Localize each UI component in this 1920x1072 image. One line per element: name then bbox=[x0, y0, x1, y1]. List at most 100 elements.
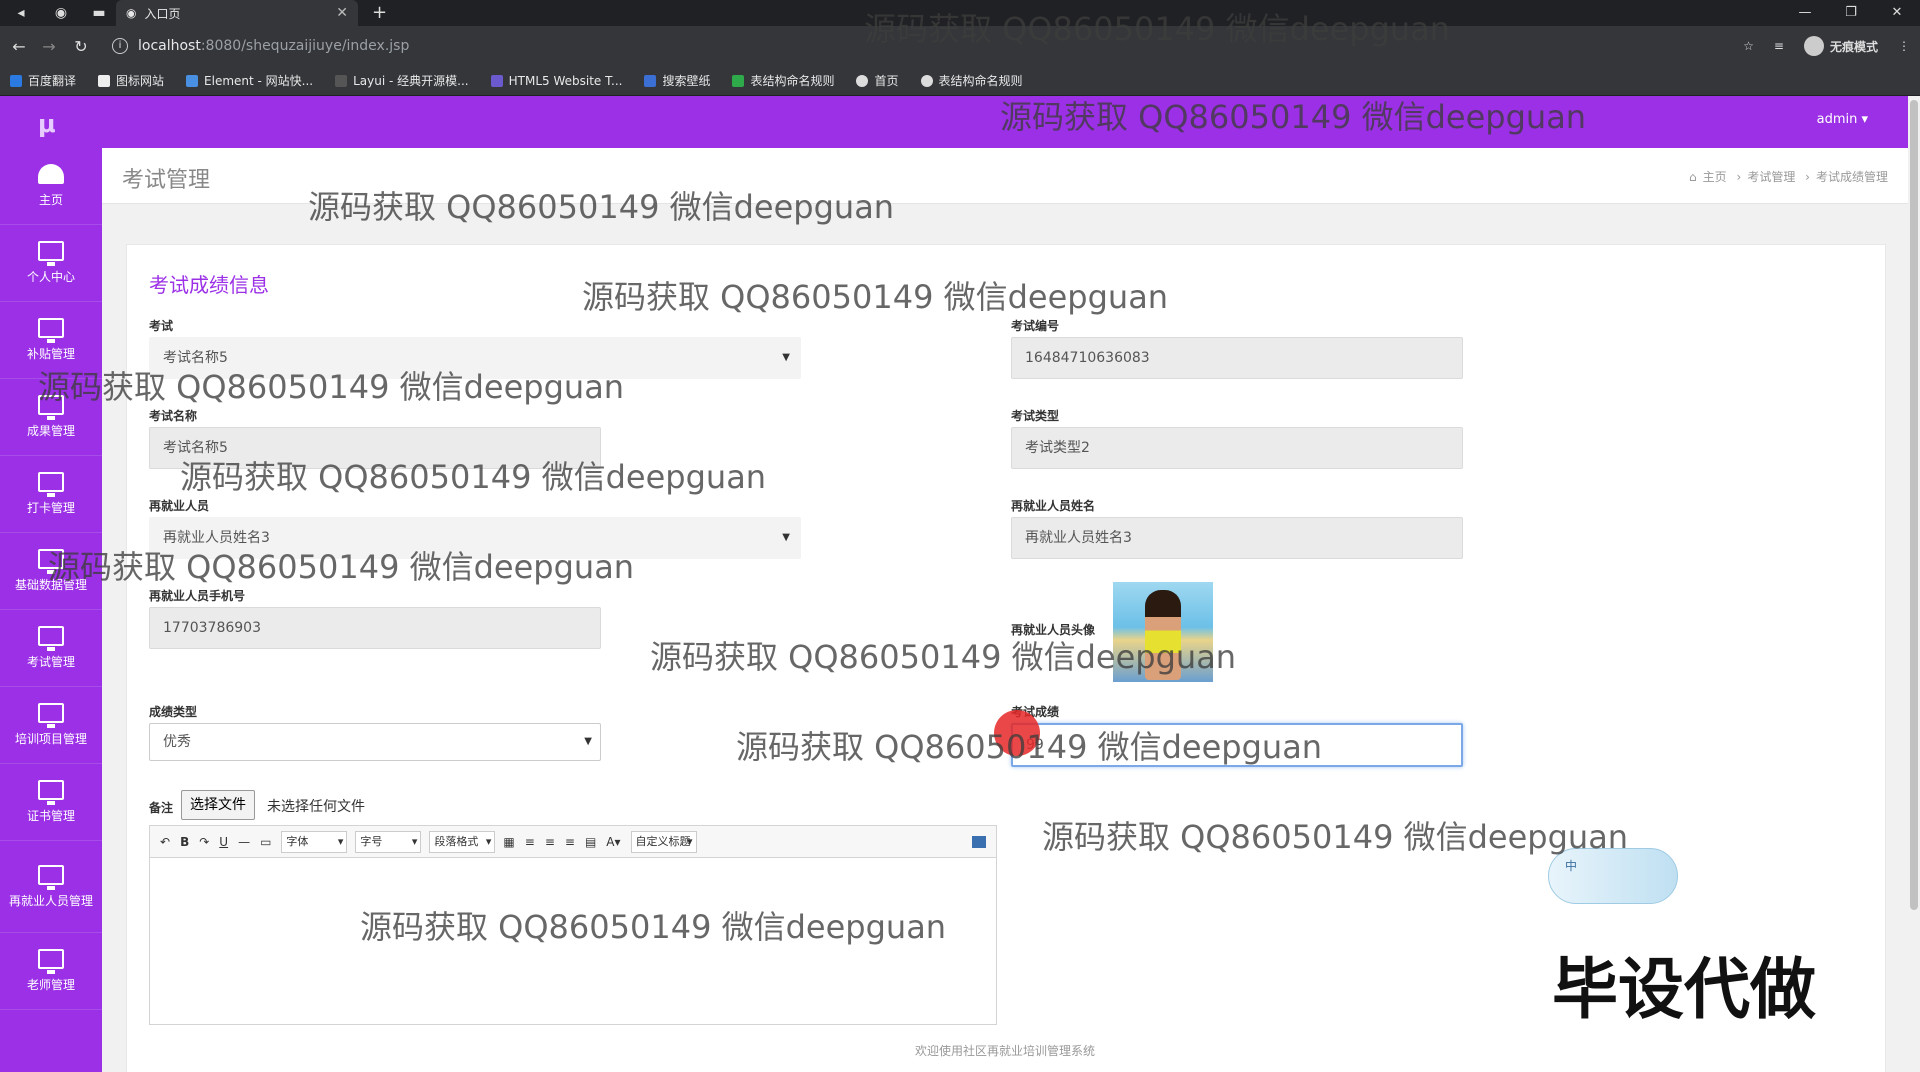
exam-no-input[interactable]: 16484710636083 bbox=[1011, 337, 1463, 379]
hr-icon[interactable]: — bbox=[238, 835, 250, 849]
close-window-icon[interactable]: ✕ bbox=[1874, 0, 1920, 26]
element-icon bbox=[186, 74, 199, 87]
align-left-icon[interactable]: ≡ bbox=[525, 835, 535, 849]
monitor-icon bbox=[38, 318, 64, 343]
editor-toolbar: ↶ B ↷ U — ▭ 字体 字号 段落格式 ▦ ≡ ≡ ≡ ▤ A▾ 自定义标… bbox=[150, 826, 996, 858]
restore-icon[interactable]: ❐ bbox=[1828, 0, 1874, 26]
globe-icon bbox=[856, 74, 869, 87]
watermark: 源码获取 QQ86050149 微信deepguan bbox=[736, 728, 1323, 766]
watermark: 源码获取 QQ86050149 微信deepguan bbox=[1042, 818, 1629, 856]
paste-icon[interactable]: ▭ bbox=[260, 835, 271, 849]
monitor-icon bbox=[38, 949, 64, 974]
align-center-icon[interactable]: ≡ bbox=[545, 835, 555, 849]
sidebar-item-profile[interactable]: 个人中心 bbox=[0, 225, 102, 302]
bookmark-item[interactable]: 表结构命名规则 bbox=[732, 72, 834, 89]
bookmark-label: 首页 bbox=[874, 74, 899, 88]
bookmark-label: 百度翻译 bbox=[28, 74, 77, 88]
form-title: 考试成绩信息 bbox=[149, 273, 269, 297]
bookmark-item[interactable]: 百度翻译 bbox=[10, 72, 76, 89]
separator-icon: › bbox=[1805, 170, 1810, 184]
exam-type-field: 考试类型 考试类型2 bbox=[1011, 407, 1463, 469]
exam-type-label: 考试类型 bbox=[1011, 409, 1060, 423]
incognito-badge[interactable]: 无痕模式 bbox=[1803, 36, 1878, 56]
file-status: 未选择任何文件 bbox=[267, 799, 365, 815]
bookmark-item[interactable]: Layui - 经典开源模... bbox=[335, 72, 469, 89]
bookmark-item[interactable]: 图标网站 bbox=[98, 72, 164, 89]
bookmark-item[interactable]: HTML5 Website T... bbox=[490, 74, 622, 88]
caret-down-icon: ▼ bbox=[782, 352, 790, 363]
monitor-icon bbox=[38, 626, 64, 651]
sidebar-label: 个人中心 bbox=[26, 270, 75, 284]
bookmark-item[interactable]: 表结构命名规则 bbox=[920, 72, 1023, 89]
exam-label: 考试 bbox=[149, 319, 174, 333]
menu-icon[interactable]: ⋮ bbox=[1898, 39, 1910, 53]
info-icon[interactable]: i bbox=[112, 38, 128, 54]
choose-file-button[interactable]: 选择文件 bbox=[181, 790, 255, 820]
font-family-select[interactable]: 字体 bbox=[281, 830, 348, 853]
monitor-icon bbox=[38, 472, 64, 497]
bookmark-item[interactable]: Element - 网站快... bbox=[186, 72, 313, 89]
scrollbar-thumb[interactable] bbox=[1910, 100, 1918, 910]
globe-icon: ◉ bbox=[126, 6, 137, 20]
undo-icon[interactable]: ↶ bbox=[160, 835, 170, 849]
sidebar-item-exams[interactable]: 考试管理 bbox=[0, 610, 102, 687]
sidebar-item-attendance[interactable]: 打卡管理 bbox=[0, 456, 102, 533]
breadcrumb-current: 考试成绩管理 bbox=[1815, 170, 1888, 184]
watermark: 源码获取 QQ86050149 微信deepguan bbox=[1000, 98, 1587, 136]
sidebar-item-reemployed[interactable]: 再就业人员管理 bbox=[0, 841, 102, 933]
bookmark-item[interactable]: 首页 bbox=[856, 72, 899, 89]
minimize-icon[interactable]: — bbox=[1782, 0, 1828, 26]
back-icon[interactable]: ← bbox=[4, 37, 34, 56]
tab-title: 入口页 bbox=[144, 6, 181, 21]
layui-icon bbox=[335, 74, 348, 87]
new-tab-button[interactable]: + bbox=[372, 0, 387, 26]
justify-icon[interactable]: ▤ bbox=[585, 835, 596, 849]
bookmark-label: 表结构命名规则 bbox=[750, 74, 835, 88]
underline-icon[interactable]: U bbox=[219, 835, 228, 849]
monitor-icon bbox=[38, 241, 64, 266]
bold-icon[interactable]: B bbox=[180, 835, 189, 849]
wallpaper-icon bbox=[644, 74, 657, 87]
breadcrumb-home[interactable]: 主页 bbox=[1703, 170, 1727, 184]
sidebar: 主页 个人中心 补贴管理 成果管理 打卡管理 基础数据管理 考试管理 培训项目管… bbox=[0, 148, 102, 1072]
sidebar-item-training[interactable]: 培训项目管理 bbox=[0, 687, 102, 764]
person-name-field: 再就业人员姓名 再就业人员姓名3 bbox=[1011, 497, 1463, 559]
breadcrumb-exams[interactable]: 考试管理 bbox=[1747, 170, 1795, 184]
sidebar-item-teachers[interactable]: 老师管理 bbox=[0, 933, 102, 1010]
paragraph-select[interactable]: 段落格式 bbox=[429, 830, 496, 853]
exam-no-value: 16484710636083 bbox=[1025, 350, 1150, 366]
custom-heading-select[interactable]: 自定义标题 bbox=[630, 830, 697, 853]
browser-tab[interactable]: ◉ 入口页 ✕ bbox=[116, 0, 358, 26]
font-size-select[interactable]: 字号 bbox=[355, 830, 422, 853]
reading-list-icon[interactable]: ≡ bbox=[1774, 39, 1784, 53]
user-menu[interactable]: admin ▾ bbox=[1817, 112, 1868, 127]
sidebar-label: 老师管理 bbox=[26, 978, 75, 992]
remark-label: 备注 bbox=[149, 801, 174, 815]
bookmark-label: 搜索壁纸 bbox=[662, 74, 711, 88]
table-icon[interactable]: ▦ bbox=[503, 835, 514, 849]
sidebar-item-certificates[interactable]: 证书管理 bbox=[0, 764, 102, 841]
sidebar-item-home[interactable]: 主页 bbox=[0, 148, 102, 225]
audio-icon[interactable]: ◂ bbox=[8, 0, 34, 26]
forward-icon[interactable]: → bbox=[34, 37, 64, 56]
dashboard-icon bbox=[38, 164, 64, 184]
phone-input[interactable]: 17703786903 bbox=[149, 607, 601, 649]
redo-icon[interactable]: ↷ bbox=[199, 835, 209, 849]
window-icon[interactable]: ▬ bbox=[86, 0, 112, 26]
chrome-icon[interactable]: ◉ bbox=[48, 0, 74, 26]
fullscreen-icon[interactable] bbox=[972, 835, 986, 848]
font-color-icon[interactable]: A▾ bbox=[606, 835, 620, 849]
star-icon[interactable]: ☆ bbox=[1743, 39, 1754, 53]
exam-type-input[interactable]: 考试类型2 bbox=[1011, 427, 1463, 469]
score-type-select[interactable]: 优秀 ▼ bbox=[149, 723, 601, 761]
page-scrollbar[interactable] bbox=[1908, 96, 1920, 1072]
align-right-icon[interactable]: ≡ bbox=[565, 835, 575, 849]
app-header: μ admin ▾ bbox=[0, 96, 1908, 148]
reload-icon[interactable]: ↻ bbox=[66, 37, 96, 56]
close-tab-icon[interactable]: ✕ bbox=[336, 5, 348, 21]
bookmark-item[interactable]: 搜索壁纸 bbox=[644, 72, 710, 89]
person-name-input[interactable]: 再就业人员姓名3 bbox=[1011, 517, 1463, 559]
exam-no-field: 考试编号 16484710636083 bbox=[1011, 317, 1463, 379]
footer: 欢迎使用社区再就业培训管理系统 bbox=[914, 1044, 1095, 1058]
watermark: 源码获取 QQ86050149 微信deepguan bbox=[864, 10, 1451, 48]
